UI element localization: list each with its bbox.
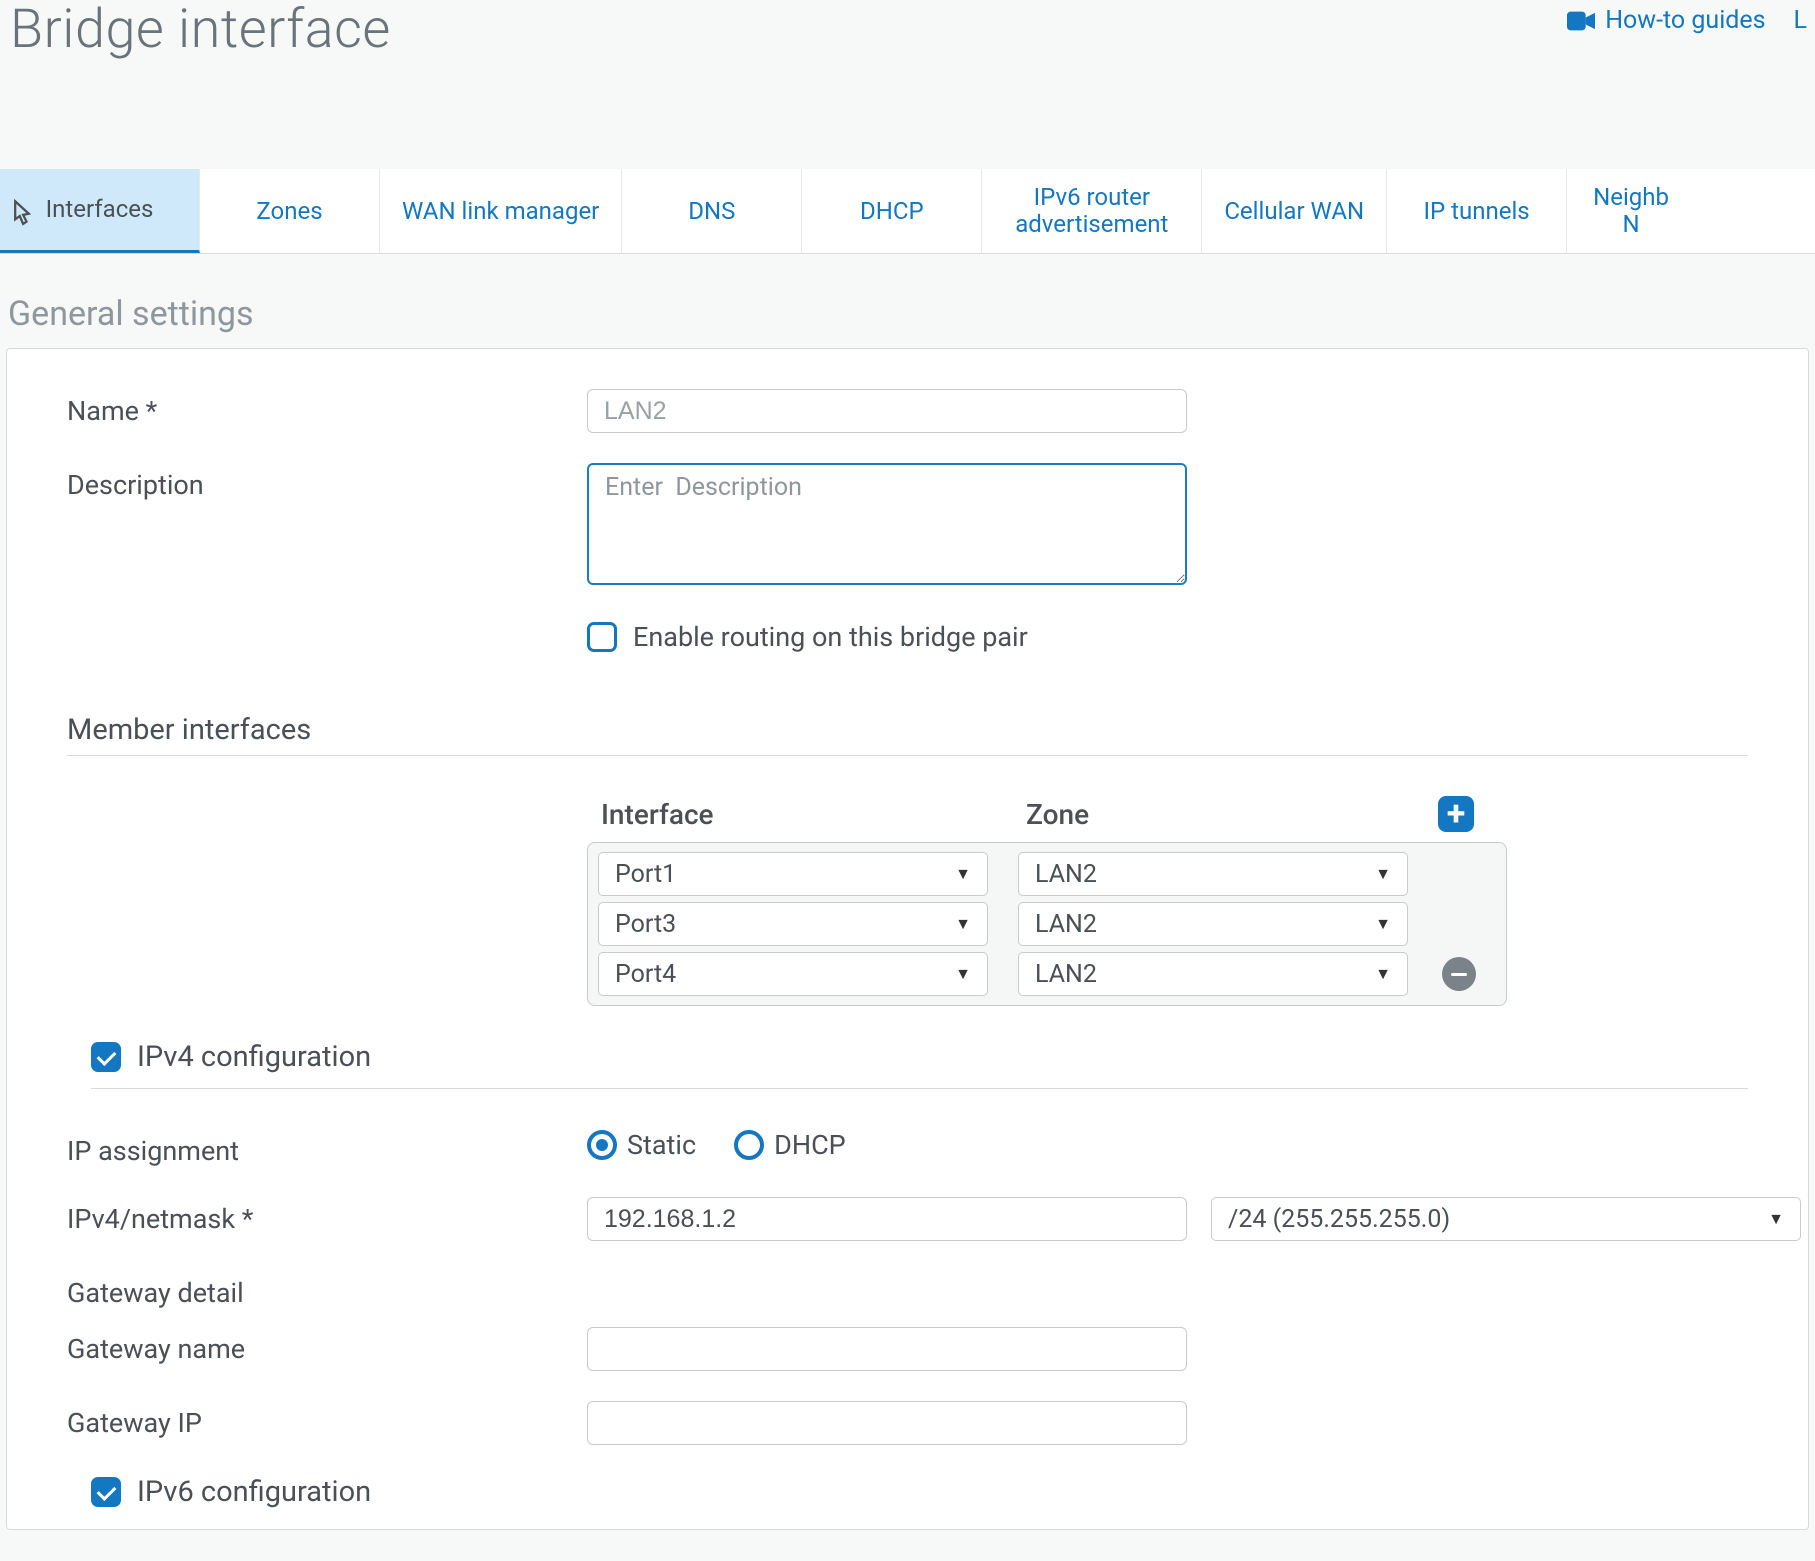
member-zone-select[interactable]: LAN2 ▼ xyxy=(1018,952,1408,996)
gateway-name-input[interactable] xyxy=(587,1327,1187,1371)
table-row: Port4 ▼ LAN2 ▼ xyxy=(594,949,1500,999)
ip-assignment-label: IP assignment xyxy=(67,1129,587,1167)
select-value: LAN2 xyxy=(1035,910,1097,939)
name-input[interactable] xyxy=(587,389,1187,433)
member-interface-select[interactable]: Port1 ▼ xyxy=(598,852,988,896)
chevron-down-icon: ▼ xyxy=(955,964,971,984)
tab-label: IP tunnels xyxy=(1424,198,1530,226)
select-value: LAN2 xyxy=(1035,960,1097,989)
enable-routing-checkbox[interactable] xyxy=(587,622,617,652)
chevron-down-icon: ▼ xyxy=(1375,864,1391,884)
page-title: Bridge interface xyxy=(10,0,391,59)
tab-label: WAN link manager xyxy=(402,198,599,226)
member-interface-select[interactable]: Port4 ▼ xyxy=(598,952,988,996)
ipv4-config-label: IPv4 configuration xyxy=(137,1040,371,1074)
chevron-down-icon: ▼ xyxy=(1375,964,1391,984)
member-col-interface: Interface xyxy=(601,798,1026,831)
select-value: /24 (255.255.255.0) xyxy=(1228,1205,1450,1234)
chevron-down-icon: ▼ xyxy=(1768,1209,1784,1229)
ipv4-netmask-label: IPv4/netmask * xyxy=(67,1197,587,1235)
member-zone-select[interactable]: LAN2 ▼ xyxy=(1018,902,1408,946)
ip-assignment-dhcp-radio[interactable] xyxy=(734,1130,764,1160)
header-extra-label: L xyxy=(1794,6,1807,35)
member-interfaces-table: Port1 ▼ LAN2 ▼ Port3 ▼ LAN2 ▼ Port4 ▼ LAN2 ▼ xyxy=(587,842,1507,1006)
tab-label: Interfaces xyxy=(46,196,154,224)
tab-interfaces[interactable]: Interfaces xyxy=(0,169,200,253)
select-value: LAN2 xyxy=(1035,860,1097,889)
netmask-select[interactable]: /24 (255.255.255.0) ▼ xyxy=(1211,1197,1801,1241)
tab-label: Cellular WAN xyxy=(1224,198,1364,226)
table-row: Port1 ▼ LAN2 ▼ xyxy=(594,849,1500,899)
tab-label: IPv6 routeradvertisement xyxy=(1015,184,1168,239)
tab-label: NeighbN xyxy=(1593,184,1669,239)
member-interface-select[interactable]: Port3 ▼ xyxy=(598,902,988,946)
video-icon xyxy=(1567,11,1595,31)
tab-dns[interactable]: DNS xyxy=(622,169,802,253)
member-col-zone: Zone xyxy=(1026,798,1431,831)
select-value: Port3 xyxy=(615,910,676,939)
ipv4-config-checkbox[interactable] xyxy=(91,1042,121,1072)
table-row: Port3 ▼ LAN2 ▼ xyxy=(594,899,1500,949)
gateway-ip-input[interactable] xyxy=(587,1401,1187,1445)
tab-label: Zones xyxy=(256,198,322,226)
description-textarea[interactable] xyxy=(587,463,1187,585)
tab-wan-link-manager[interactable]: WAN link manager xyxy=(380,169,622,253)
tabs-bar: Interfaces Zones WAN link manager DNS DH… xyxy=(0,169,1815,254)
ipv4-address-input[interactable] xyxy=(587,1197,1187,1241)
member-zone-select[interactable]: LAN2 ▼ xyxy=(1018,852,1408,896)
section-heading-general: General settings xyxy=(8,294,1815,334)
ipv6-config-label: IPv6 configuration xyxy=(137,1475,371,1509)
chevron-down-icon: ▼ xyxy=(955,914,971,934)
tab-ipv6-ra[interactable]: IPv6 routeradvertisement xyxy=(982,169,1202,253)
tab-zones[interactable]: Zones xyxy=(200,169,380,253)
select-value: Port4 xyxy=(615,960,676,989)
tab-cellular-wan[interactable]: Cellular WAN xyxy=(1202,169,1387,253)
gateway-detail-label: Gateway detail xyxy=(67,1271,587,1309)
header-extra-link[interactable]: L xyxy=(1794,6,1807,35)
enable-routing-label: Enable routing on this bridge pair xyxy=(633,621,1028,653)
cursor-icon xyxy=(8,199,36,240)
gateway-name-label: Gateway name xyxy=(67,1327,587,1365)
howto-guides-link[interactable]: How-to guides xyxy=(1567,6,1765,35)
member-interfaces-heading: Member interfaces xyxy=(67,713,1748,756)
chevron-down-icon: ▼ xyxy=(955,864,971,884)
gateway-ip-label: Gateway IP xyxy=(67,1401,587,1439)
select-value: Port1 xyxy=(615,860,676,889)
tab-label: DNS xyxy=(688,198,735,226)
general-settings-panel: Name * Description Enable routing on thi… xyxy=(6,348,1809,1530)
add-member-button[interactable] xyxy=(1438,796,1474,832)
remove-member-button[interactable] xyxy=(1442,957,1476,991)
tab-dhcp[interactable]: DHCP xyxy=(802,169,982,253)
tab-ip-tunnels[interactable]: IP tunnels xyxy=(1387,169,1567,253)
ip-assignment-static-label: Static xyxy=(627,1129,696,1161)
description-label: Description xyxy=(67,463,587,501)
name-label: Name * xyxy=(67,389,587,427)
tab-label: DHCP xyxy=(860,198,924,226)
chevron-down-icon: ▼ xyxy=(1375,914,1391,934)
tab-neighbors[interactable]: NeighbN xyxy=(1567,169,1695,253)
ip-assignment-static-radio[interactable] xyxy=(587,1130,617,1160)
howto-guides-label: How-to guides xyxy=(1605,6,1765,35)
ipv6-config-checkbox[interactable] xyxy=(91,1477,121,1507)
ip-assignment-dhcp-label: DHCP xyxy=(774,1129,846,1161)
